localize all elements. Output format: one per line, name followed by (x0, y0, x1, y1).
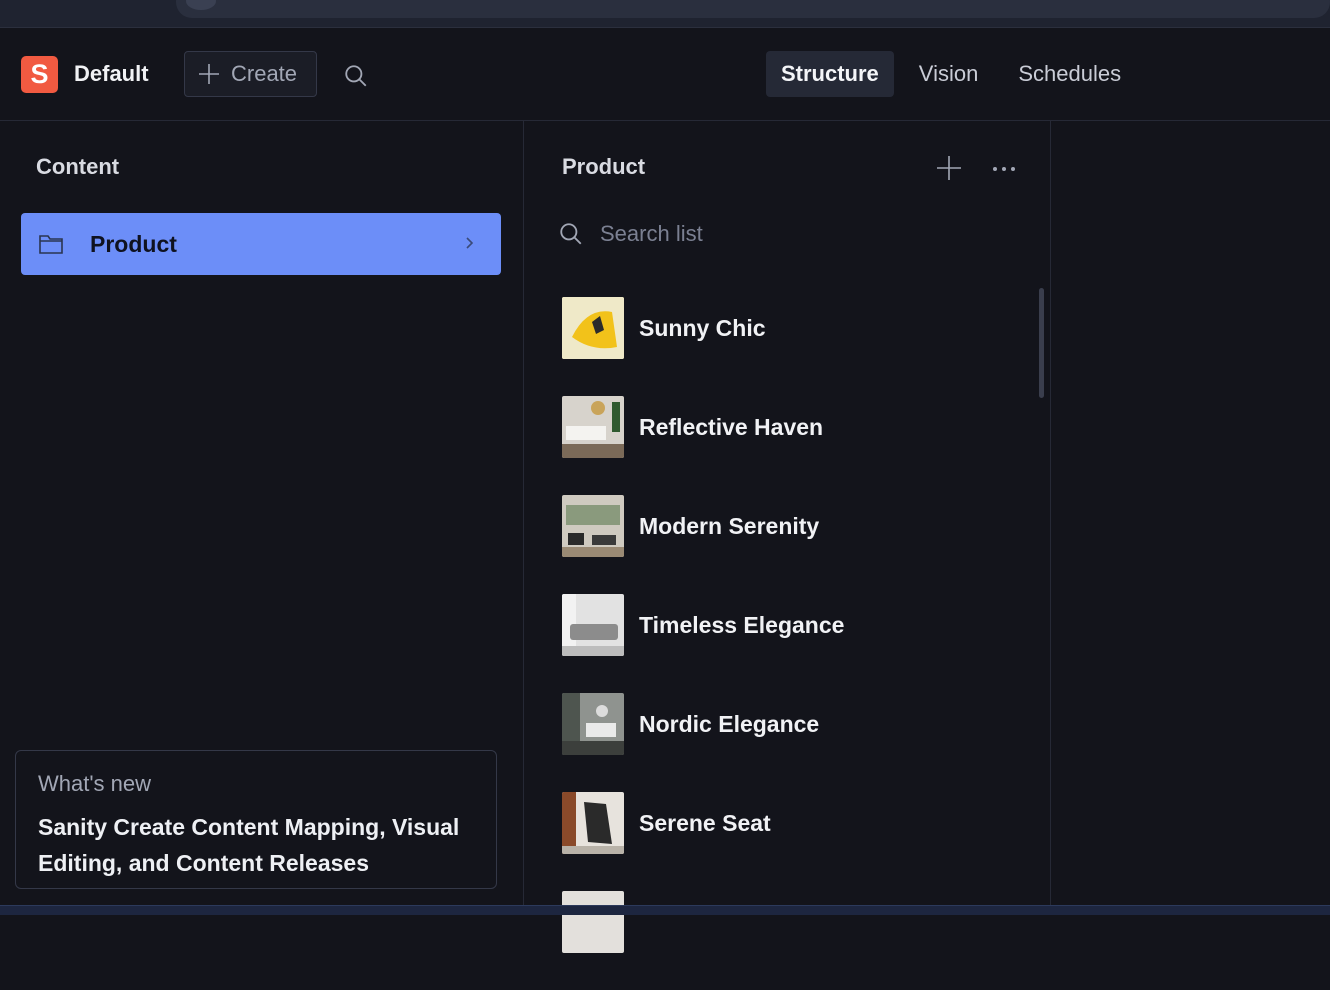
product-thumbnail (562, 891, 624, 953)
list-item-title: Serene Seat (639, 810, 771, 836)
tab-structure[interactable]: Structure (766, 51, 894, 97)
search-icon (560, 223, 582, 245)
studio-header: S Default Create Structure Vision Schedu… (0, 28, 1330, 121)
whats-new-card[interactable]: What's new Sanity Create Content Mapping… (15, 750, 497, 889)
product-thumbnail (562, 396, 624, 458)
workspace-name[interactable]: Default (74, 61, 149, 87)
list-item[interactable]: Reflective Haven (562, 396, 1032, 495)
content-item-label: Product (90, 230, 177, 257)
list-item[interactable]: Sunny Chic (562, 297, 1032, 396)
create-button-label: Create (231, 61, 298, 86)
folder-icon (39, 235, 63, 254)
document-list-pane: Product Sunny Chic Reflective Haven Mode… (525, 121, 1051, 953)
browser-chrome (0, 0, 1330, 28)
more-options-icon[interactable] (991, 156, 1017, 182)
list-item[interactable]: Timeless Elegance (562, 594, 1032, 693)
tab-schedules[interactable]: Schedules (1003, 51, 1136, 97)
taskbar-edge (0, 905, 1330, 915)
content-pane: Content Product What's new Sanity Create… (0, 121, 524, 915)
tab-vision[interactable]: Vision (904, 51, 994, 97)
product-thumbnail (562, 792, 624, 854)
plus-icon (199, 64, 219, 84)
search-list-input[interactable] (600, 221, 980, 247)
list-item-title: Timeless Elegance (639, 612, 845, 638)
content-item-product[interactable]: Product (21, 213, 501, 275)
address-bar[interactable] (176, 0, 1330, 18)
sanity-logo[interactable]: S (21, 56, 58, 93)
product-thumbnail (562, 297, 624, 359)
empty-editor-pane (1051, 121, 1330, 915)
document-list: Sunny Chic Reflective Haven Modern Seren… (562, 297, 1032, 990)
list-item[interactable]: Nordic Elegance (562, 693, 1032, 792)
whats-new-headline: Sanity Create Content Mapping, Visual Ed… (38, 814, 460, 876)
product-thumbnail (562, 495, 624, 557)
list-item-title: Modern Serenity (639, 513, 820, 539)
create-button[interactable]: Create (184, 51, 317, 97)
whats-new-label: What's new (38, 771, 152, 796)
product-thumbnail (562, 693, 624, 755)
list-item-title: Reflective Haven (639, 414, 824, 440)
search-icon (345, 65, 367, 87)
list-item[interactable]: Serene Seat (562, 792, 1032, 891)
content-pane-title: Content (36, 154, 120, 179)
search-list (558, 221, 980, 247)
list-scrollbar[interactable] (1039, 288, 1044, 398)
list-item[interactable]: Modern Serenity (562, 495, 1032, 594)
document-list-title: Product (562, 154, 646, 179)
list-item-title: Sunny Chic (639, 315, 766, 341)
list-item-title: Nordic Elegance (639, 711, 820, 737)
plus-icon[interactable] (936, 155, 962, 181)
chevron-right-icon (466, 237, 474, 249)
global-search-button[interactable] (340, 60, 372, 92)
product-thumbnail (562, 594, 624, 656)
tool-tabs: Structure Vision Schedules (766, 51, 1136, 97)
